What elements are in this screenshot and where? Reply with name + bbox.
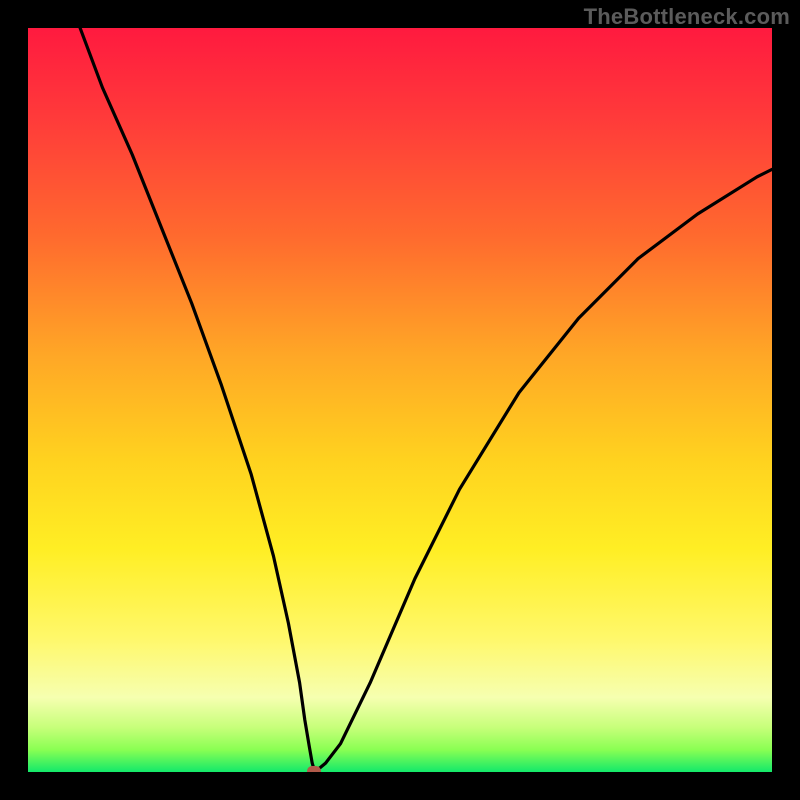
chart-frame: TheBottleneck.com	[0, 0, 800, 800]
optimal-point-marker	[307, 766, 321, 773]
plot-area	[28, 28, 772, 772]
watermark-text: TheBottleneck.com	[584, 4, 790, 30]
curve-svg	[28, 28, 772, 772]
bottleneck-curve	[80, 28, 772, 771]
